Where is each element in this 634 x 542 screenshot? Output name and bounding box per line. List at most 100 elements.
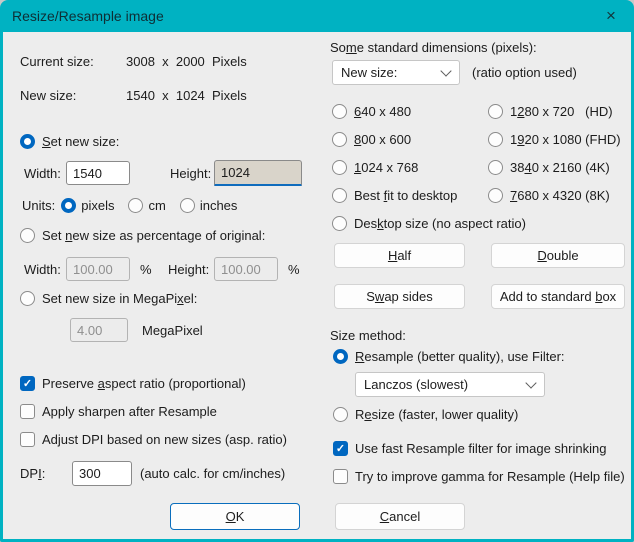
checkbox-improve-gamma[interactable]: ✓ Try to improve gamma for Resample (Hel… [333,469,625,484]
new-size-value: 1540 x 1024 Pixels [126,88,247,103]
cancel-button[interactable]: Cancel [335,503,465,530]
units-pixels-label: pixels [81,198,114,213]
double-button-label: Double [537,248,578,263]
percent-sign: % [288,262,300,277]
radio-percentage[interactable]: Set new size as percentage of original: [20,228,265,243]
dim-label: 7680 x 4320 (8K) [510,188,610,203]
radio-unselected-icon [488,104,503,119]
dialog-body: Current size: 3008 x 2000 Pixels New siz… [3,32,631,539]
radio-megapixel[interactable]: Set new size in MegaPixel: [20,291,197,306]
check-icon: ✓ [336,442,345,455]
radio-unselected-icon [20,291,35,306]
resample-label: Resample (better quality), use Filter: [355,349,565,364]
radio-unselected-icon [488,132,503,147]
preserve-aspect-label: Preserve aspect ratio (proportional) [42,376,246,391]
check-icon: ✓ [23,405,32,418]
checkbox-adjust-dpi[interactable]: ✓ Adjust DPI based on new sizes (asp. ra… [20,432,287,447]
radio-desktop-size[interactable]: Desktop size (no aspect ratio) [332,216,526,231]
swap-sides-button[interactable]: Swap sides [334,284,465,309]
dim-label: 3840 x 2160 (4K) [510,160,610,175]
current-size-value: 3008 x 2000 Pixels [126,54,247,69]
filter-combobox-value: Lanczos (slowest) [364,377,468,392]
filter-combobox[interactable]: Lanczos (slowest) [355,372,545,397]
units-row: Units: pixels cm inches [22,195,237,215]
radio-unselected-icon [20,228,35,243]
check-icon: ✓ [23,433,32,446]
height-input[interactable] [214,160,302,186]
close-button[interactable]: × [594,2,628,30]
radio-dim-3840x2160[interactable]: 3840 x 2160 (4K) [488,160,610,175]
radio-dim-1024x768[interactable]: 1024 x 768 [332,160,418,175]
checkbox-apply-sharpen[interactable]: ✓ Apply sharpen after Resample [20,404,217,419]
percent-height-label: Height: [168,262,209,277]
units-label: Units: [22,198,55,213]
double-button[interactable]: Double [491,243,625,268]
radio-dim-640x480[interactable]: 640 x 480 [332,104,411,119]
checkbox-fast-resample[interactable]: ✓ Use fast Resample filter for image shr… [333,441,606,456]
dpi-hint: (auto calc. for cm/inches) [140,466,285,481]
radio-units-cm[interactable]: cm [128,198,165,213]
radio-unselected-icon [128,198,143,213]
checkbox-preserve-aspect[interactable]: ✓ Preserve aspect ratio (proportional) [20,376,246,391]
radio-selected-icon [20,134,35,149]
megapixel-unit-label: MegaPixel [142,323,203,338]
radio-units-inches[interactable]: inches [180,198,238,213]
percent-height-input[interactable] [214,257,278,281]
radio-resize[interactable]: Resize (faster, lower quality) [333,407,518,422]
dim-label: 1024 x 768 [354,160,418,175]
improve-gamma-label: Try to improve gamma for Resample (Help … [355,469,625,484]
standard-size-combobox[interactable]: New size: [332,60,460,85]
ok-button-label: OK [226,509,245,524]
radio-unselected-icon [333,407,348,422]
radio-unselected-icon [332,104,347,119]
radio-units-pixels[interactable]: pixels [61,198,114,213]
resize-label: Resize (faster, lower quality) [355,407,518,422]
ok-button[interactable]: OK [170,503,300,530]
radio-unselected-icon [332,160,347,175]
radio-resample[interactable]: Resample (better quality), use Filter: [333,349,565,364]
new-size-row: New size: 1540 x 1024 Pixels [20,88,247,103]
radio-megapixel-label: Set new size in MegaPixel: [42,291,197,306]
radio-unselected-icon [488,188,503,203]
apply-sharpen-label: Apply sharpen after Resample [42,404,217,419]
percent-width-input[interactable] [66,257,130,281]
size-method-heading: Size method: [330,328,406,343]
adjust-dpi-label: Adjust DPI based on new sizes (asp. rati… [42,432,287,447]
radio-dim-7680x4320[interactable]: 7680 x 4320 (8K) [488,188,610,203]
dpi-input[interactable] [72,461,132,486]
check-icon: ✓ [23,377,32,390]
close-icon: × [606,6,616,26]
chevron-down-icon [440,65,451,76]
checkbox-unchecked-icon: ✓ [20,404,35,419]
half-button[interactable]: Half [334,243,465,268]
radio-dim-1920x1080[interactable]: 1920 x 1080 (FHD) [488,132,621,147]
checkbox-checked-icon: ✓ [333,441,348,456]
swap-sides-button-label: Swap sides [366,289,432,304]
radio-unselected-icon [332,216,347,231]
radio-selected-icon [333,349,348,364]
titlebar: Resize/Resample image × [0,0,634,32]
percent-sign: % [140,262,152,277]
radio-best-fit-desktop[interactable]: Best fit to desktop [332,188,457,203]
dim-label: 1920 x 1080 (FHD) [510,132,621,147]
standard-dimensions-heading: Some standard dimensions (pixels): [330,40,537,55]
cancel-button-label: Cancel [380,509,420,524]
chevron-down-icon [525,377,536,388]
radio-set-new-size[interactable]: Set new size: [20,134,119,149]
resize-resample-dialog: Resize/Resample image × Current size: 30… [0,0,634,542]
radio-dim-1280x720[interactable]: 1280 x 720 (HD) [488,104,613,119]
checkbox-checked-icon: ✓ [20,376,35,391]
dim-label: Best fit to desktop [354,188,457,203]
add-to-standard-box-button[interactable]: Add to standard box [491,284,625,309]
radio-selected-icon [61,198,76,213]
dim-label: 640 x 480 [354,104,411,119]
height-label: Height: [170,166,211,181]
current-size-row: Current size: 3008 x 2000 Pixels [20,54,247,69]
units-inches-label: inches [200,198,238,213]
width-input[interactable] [66,161,130,185]
dim-label: Desktop size (no aspect ratio) [354,216,526,231]
radio-dim-800x600[interactable]: 800 x 600 [332,132,411,147]
radio-set-new-size-label: Set new size: [42,134,119,149]
checkbox-unchecked-icon: ✓ [333,469,348,484]
megapixel-input[interactable] [70,318,128,342]
